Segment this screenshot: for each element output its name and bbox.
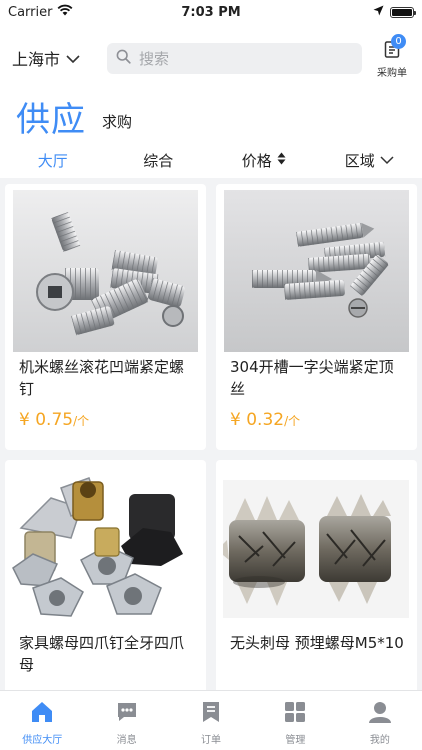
- tab-profile[interactable]: 我的: [338, 691, 422, 750]
- product-title: 无头刺母 预埋螺母M5*10: [230, 634, 404, 652]
- order-icon: [199, 700, 223, 727]
- purchase-list-label: 采购单: [377, 68, 407, 79]
- filter-region-label: 区域: [344, 151, 375, 170]
- status-bar: Carrier 7:03 PM: [0, 0, 422, 24]
- supply-tab[interactable]: 供应: [16, 92, 86, 141]
- search-bar[interactable]: [107, 43, 362, 74]
- filter-hall-label: 大厅: [37, 151, 68, 170]
- product-image-set-screws: [13, 190, 198, 352]
- grid-icon: [283, 700, 307, 727]
- wifi-icon: [57, 4, 73, 20]
- price-unit: /个: [284, 414, 301, 428]
- filter-price[interactable]: 价格: [211, 142, 317, 178]
- filter-price-label: 价格: [241, 151, 272, 170]
- filter-region[interactable]: 区域: [317, 142, 422, 178]
- tab-orders[interactable]: 订单: [169, 691, 253, 750]
- battery-level: [392, 8, 412, 16]
- search-input[interactable]: [139, 49, 339, 68]
- carrier-label: Carrier: [8, 4, 53, 20]
- product-image-slotted-screws: [224, 190, 409, 352]
- product-card[interactable]: 无头刺母 预埋螺母M5*10: [216, 460, 417, 700]
- city-selector[interactable]: 上海市: [12, 46, 80, 70]
- app: Carrier 7:03 PM 上海市 搜索 0 采购单 供应 求购 大厅 综合…: [0, 0, 422, 750]
- price-value: ¥ 0.32: [230, 410, 285, 430]
- demand-tab[interactable]: 求购: [102, 111, 132, 132]
- tab-supply-hall[interactable]: 供应大厅: [0, 691, 84, 750]
- price-unit: /个: [73, 414, 90, 428]
- product-image-tee-nuts: [11, 468, 200, 626]
- bottom-tab-bar: 供应大厅 消息 订单 管理 我的: [0, 690, 422, 750]
- mode-toggle: 供应 求购: [0, 90, 422, 142]
- filter-hall[interactable]: 大厅: [0, 142, 106, 178]
- filter-comprehensive[interactable]: 综合: [106, 142, 212, 178]
- product-card[interactable]: 家具螺母四爪钉全牙四爪母: [5, 460, 206, 700]
- message-icon: [115, 700, 139, 727]
- sort-icon: [277, 151, 286, 169]
- tab-label: 订单: [201, 735, 222, 746]
- tab-label: 消息: [116, 735, 137, 746]
- price-value: ¥ 0.75: [19, 410, 74, 430]
- product-price: ¥ 0.32/个: [230, 410, 300, 430]
- product-price: ¥ 0.75/个: [19, 410, 89, 430]
- purchase-list-button[interactable]: 0 采购单: [373, 34, 411, 79]
- tab-label: 我的: [369, 735, 390, 746]
- city-label: 上海市: [12, 50, 61, 69]
- tab-label: 供应大厅: [22, 735, 63, 746]
- home-icon: [30, 700, 54, 727]
- chevron-down-icon: [66, 49, 80, 68]
- cart-count-badge: 0: [391, 34, 406, 49]
- product-title: 304开槽一字尖端紧定顶丝: [230, 358, 394, 398]
- search-icon: [116, 49, 131, 68]
- filter-comprehensive-label: 综合: [143, 151, 174, 170]
- battery-icon: [390, 6, 416, 18]
- profile-icon: [368, 700, 392, 727]
- top-header: 上海市 0 采购单: [0, 24, 422, 90]
- chevron-down-icon: [380, 151, 394, 169]
- filter-tabs: 大厅 综合 价格 区域: [0, 142, 422, 178]
- product-title: 家具螺母四爪钉全牙四爪母: [19, 634, 185, 674]
- tab-label: 管理: [285, 735, 306, 746]
- tab-manage[interactable]: 管理: [253, 691, 337, 750]
- product-image-insert-nuts: [223, 480, 409, 618]
- tab-messages[interactable]: 消息: [84, 691, 168, 750]
- product-title: 机米螺丝滚花凹端紧定螺钉: [19, 358, 185, 398]
- product-card[interactable]: 机米螺丝滚花凹端紧定螺钉 ¥ 0.75/个: [5, 184, 206, 450]
- location-arrow-icon: [373, 5, 384, 20]
- product-card[interactable]: 304开槽一字尖端紧定顶丝 ¥ 0.32/个: [216, 184, 417, 450]
